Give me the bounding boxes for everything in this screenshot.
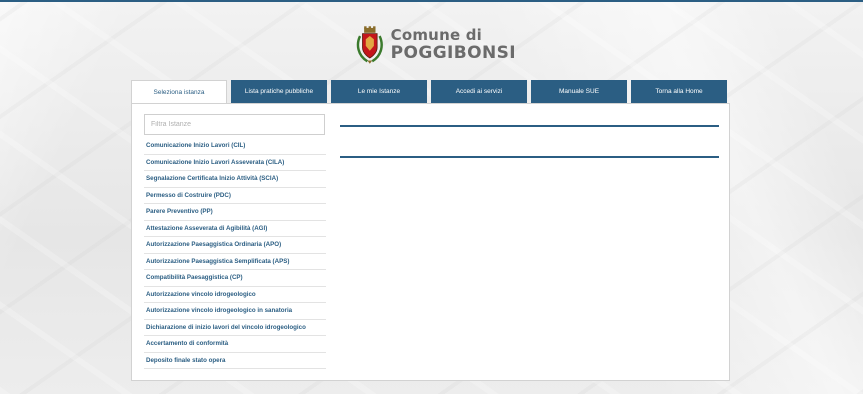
list-item-cil[interactable]: Comunicazione Inizio Lavori (CIL) (144, 138, 326, 155)
list-item-cila[interactable]: Comunicazione Inizio Lavori Asseverata (… (144, 155, 326, 171)
tab-torna-alla-home[interactable]: Torna alla Home (631, 80, 727, 103)
list-item-pp[interactable]: Parere Preventivo (PP) (144, 204, 326, 221)
tab-le-mie-istanze[interactable]: Le mie Istanze (331, 80, 427, 103)
list-item-cp[interactable]: Compatibilità Paesaggistica (CP) (144, 270, 326, 287)
istanze-panel: Comunicazione Inizio Lavori (CIL) Comuni… (131, 103, 730, 381)
tab-manuale-sue[interactable]: Manuale SUE (531, 80, 627, 103)
filter-istanze-input[interactable] (144, 114, 325, 135)
content-divider-top (340, 125, 719, 127)
logo-title-line2: POGGIBONSI (390, 43, 516, 63)
list-item-agi[interactable]: Attestazione Asseverata di Agibilità (AG… (144, 221, 326, 237)
tab-lista-pratiche-pubbliche[interactable]: Lista pratiche pubbliche (231, 80, 327, 103)
list-item-dichiarazione-inizio-lavori[interactable]: Dichiarazione di inizio lavori del vinco… (144, 320, 326, 336)
list-item-deposito-finale[interactable]: Deposito finale stato opera (144, 353, 326, 369)
coat-of-arms-icon (356, 26, 383, 64)
tab-seleziona-istanza[interactable]: Seleziona istanza (131, 80, 227, 104)
main-tabs: Seleziona istanza Lista pratiche pubblic… (131, 80, 731, 104)
list-item-apo[interactable]: Autorizzazione Paesaggistica Ordinaria (… (144, 237, 326, 254)
logo-title-line1: Comune di (390, 26, 483, 44)
list-item-vincolo-idrogeologico[interactable]: Autorizzazione vincolo idrogeologico (144, 287, 326, 303)
site-logo[interactable]: Comune di POGGIBONSI (356, 20, 516, 70)
content-divider-bottom (340, 156, 719, 158)
list-item-pdc[interactable]: Permesso di Costruire (PDC) (144, 188, 326, 204)
list-item-vincolo-idrogeologico-sanatoria[interactable]: Autorizzazione vincolo idrogeologico in … (144, 303, 326, 320)
list-item-accertamento-conformita[interactable]: Accertamento di conformità (144, 336, 326, 353)
list-item-scia[interactable]: Segnalazione Certificata Inizio Attività… (144, 171, 326, 188)
istanze-list: Comunicazione Inizio Lavori (CIL) Comuni… (144, 138, 326, 369)
tab-accedi-ai-servizi[interactable]: Accedi ai servizi (431, 80, 527, 103)
list-item-aps[interactable]: Autorizzazione Paesaggistica Semplificat… (144, 254, 326, 270)
